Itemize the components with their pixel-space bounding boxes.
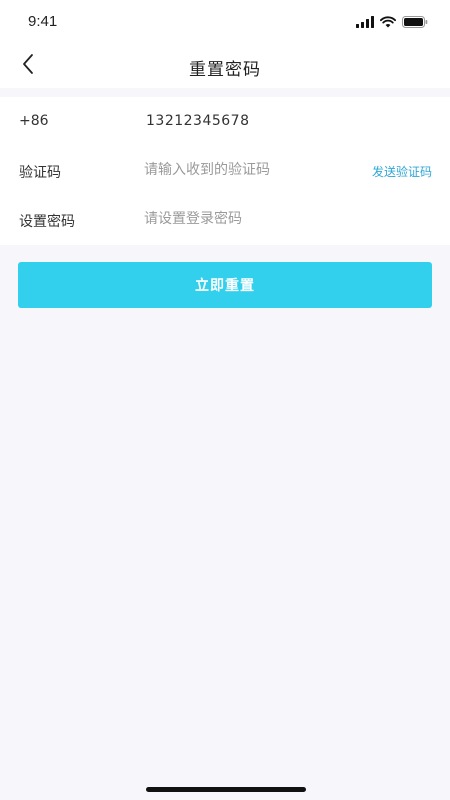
code-label: 验证码 bbox=[19, 165, 61, 181]
battery-icon bbox=[402, 13, 428, 32]
password-label: 设置密码 bbox=[19, 214, 75, 230]
status-bar: 9:41 bbox=[0, 0, 450, 44]
reset-form: +86 13212345678 验证码 发送验证码 设置密码 bbox=[0, 97, 450, 245]
send-code-button[interactable]: 发送验证码 bbox=[372, 163, 432, 180]
country-code[interactable]: +86 bbox=[19, 113, 49, 129]
nav-bar: 重置密码 bbox=[0, 44, 450, 88]
phone-number[interactable]: 13212345678 bbox=[146, 113, 249, 129]
password-row: 设置密码 bbox=[0, 195, 450, 244]
reset-password-screen: 9:41 重置密码 +86 13212345678 验证码 请输入收到的验证码 … bbox=[0, 0, 450, 800]
status-icons bbox=[356, 15, 428, 29]
reset-button[interactable]: 立即重置 bbox=[18, 262, 432, 308]
signal-icon bbox=[356, 13, 374, 32]
status-time: 9:41 bbox=[28, 13, 58, 30]
page-title: 重置密码 bbox=[189, 60, 261, 80]
code-row: 验证码 发送验证码 bbox=[0, 146, 450, 195]
phone-row: +86 13212345678 bbox=[0, 97, 450, 146]
home-indicator bbox=[146, 787, 306, 792]
wifi-icon bbox=[380, 13, 396, 32]
code-input[interactable] bbox=[144, 156, 344, 184]
password-input[interactable] bbox=[144, 205, 434, 233]
